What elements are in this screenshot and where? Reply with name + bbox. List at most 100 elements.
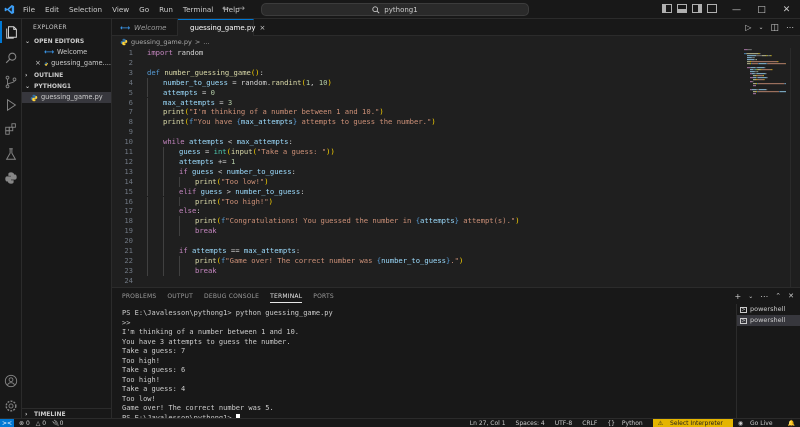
panel-tab-debug-console[interactable]: DEBUG CONSOLE [204, 293, 259, 300]
menu-item-run[interactable]: Run [154, 0, 178, 19]
python-icon[interactable] [0, 167, 22, 189]
panel-tab-ports[interactable]: PORTS [313, 293, 334, 300]
code-token: = [197, 87, 211, 97]
warnings-status[interactable]: △ 0 [36, 420, 46, 427]
cursor-position[interactable]: Ln 27, Col 1 [465, 419, 511, 427]
code-token: input [230, 147, 253, 156]
more-actions-icon[interactable]: ⋯ [786, 23, 794, 32]
explorer-sidebar: EXPLORER ⌄ OPEN EDITORS ⟷ Welcome × gues… [22, 19, 112, 418]
menu-item-edit[interactable]: Edit [40, 0, 64, 19]
back-arrow-icon[interactable]: ← [222, 3, 230, 15]
code-editor[interactable]: 1 import random 2 3 def number_guessing_game… [112, 48, 800, 287]
open-editors-section[interactable]: ⌄ OPEN EDITORS [22, 36, 111, 47]
outline-title: OUTLINE [34, 72, 64, 79]
menu-item-go[interactable]: Go [134, 0, 154, 19]
chevron-down-icon[interactable]: ⌄ [748, 293, 753, 300]
command-center-search[interactable]: pythong1 [261, 3, 529, 16]
tab-welcome[interactable]: ⟷ Welcome [112, 19, 178, 36]
panel-tab-terminal[interactable]: TERMINAL [270, 293, 303, 303]
terminal-line: Too high! [122, 357, 732, 367]
close-window-button[interactable]: ✕ [774, 0, 799, 19]
file-guessing-game[interactable]: guessing_game.py [22, 92, 111, 103]
panel-tab-problems[interactable]: PROBLEMS [122, 293, 156, 300]
toggle-sidebar-icon[interactable] [662, 4, 672, 13]
explorer-icon[interactable] [0, 21, 22, 43]
terminal-line-text: PS E:\Javalesson\pythong1> python guessi… [122, 309, 333, 317]
extensions-icon[interactable] [0, 118, 22, 140]
menu-item-selection[interactable]: Selection [64, 0, 107, 19]
account-icon[interactable] [0, 370, 22, 392]
forward-arrow-icon[interactable]: → [238, 3, 246, 15]
terminal-line-text: Take a guess: 4 [122, 385, 186, 393]
menu-item-view[interactable]: View [107, 0, 134, 19]
terminal-item[interactable]: > powershell [737, 304, 800, 315]
select-interpreter-button[interactable]: ⚠ Select Interpreter [652, 419, 733, 427]
notifications-icon[interactable]: 🔔 [783, 419, 800, 427]
vscode-icon: ⟷ [120, 23, 131, 32]
panel-tab-output[interactable]: OUTPUT [167, 293, 193, 300]
line-number: 1 [128, 48, 133, 57]
close-panel-icon[interactable]: ✕ [788, 292, 794, 300]
minimap-stroke [763, 79, 765, 81]
line-number: 3 [128, 67, 133, 77]
menu-item-terminal[interactable]: Terminal [178, 0, 218, 19]
search-icon[interactable] [0, 47, 22, 69]
maximize-panel-icon[interactable]: ⌃ [775, 292, 781, 300]
terminal-item[interactable]: > powershell [737, 315, 800, 326]
sidebar-title: EXPLORER [33, 24, 67, 31]
minimap-stroke [756, 79, 757, 81]
breadcrumb-symbol[interactable]: ... [203, 38, 209, 46]
indent-guide [147, 77, 148, 88]
new-terminal-icon[interactable]: + [735, 292, 742, 301]
outline-section[interactable]: › OUTLINE [22, 70, 111, 81]
encoding[interactable]: UTF-8 [550, 419, 578, 427]
remote-icon[interactable]: >< [0, 418, 14, 427]
indent-guide [179, 226, 180, 237]
chevron-down-icon[interactable]: ⌄ [758, 24, 763, 31]
tab-close-icon[interactable]: × [259, 24, 265, 32]
indent-guide [163, 265, 164, 276]
source-control-icon[interactable] [0, 71, 22, 93]
language-mode[interactable]: {} Python [602, 419, 652, 427]
timeline-section[interactable]: › TIMELINE [22, 408, 112, 418]
minimap-stroke [754, 73, 757, 75]
folder-section[interactable]: ⌄ PYTHONG1 [22, 81, 111, 92]
toggle-panel-icon[interactable] [677, 4, 687, 13]
menu-item-file[interactable]: File [18, 0, 40, 19]
errors-status[interactable]: ⊗ 0 [19, 420, 30, 427]
open-editor-guessing-game[interactable]: × guessing_game.... [22, 58, 111, 69]
code-token: print [195, 255, 217, 265]
language-label: Python [621, 420, 643, 427]
split-editor-icon[interactable]: ◫ [770, 23, 779, 33]
end-of-line[interactable]: CRLF [577, 419, 602, 427]
customize-layout-icon[interactable] [707, 4, 717, 13]
close-icon[interactable]: × [35, 58, 41, 69]
gear-icon[interactable] [0, 395, 22, 417]
go-live-button[interactable]: ◉ Go Live [733, 419, 783, 427]
breadcrumb-file[interactable]: guessing_game.py [131, 38, 192, 46]
minimap-stroke [784, 83, 786, 85]
testing-icon[interactable] [0, 143, 22, 165]
terminal-output[interactable]: PS E:\Javalesson\pythong1> python guessi… [122, 309, 732, 422]
indent-guide [163, 246, 164, 256]
code-token: "Take a guess: " [256, 147, 327, 156]
code-token: attempts to guess the number." [297, 117, 432, 127]
code-token: max_attempts [236, 137, 289, 147]
open-editor-welcome[interactable]: ⟷ Welcome [22, 47, 111, 58]
editor-scrollbar[interactable] [790, 48, 800, 287]
minimap-stroke [751, 73, 755, 75]
tab-guessing-game[interactable]: guessing_game.py × [178, 19, 265, 36]
run-debug-icon[interactable] [0, 94, 22, 116]
toggle-secondary-sidebar-icon[interactable] [692, 4, 702, 13]
minimap-stroke [751, 89, 757, 91]
indentation[interactable]: Spaces: 4 [511, 419, 550, 427]
line-text: if guess < number_to_guess: [179, 167, 296, 177]
chevron-down-icon: ⌄ [25, 38, 31, 45]
minimize-button[interactable]: — [724, 0, 749, 19]
ports-status[interactable]: 🔌0 [52, 420, 63, 427]
more-actions-icon[interactable]: ⋯ [760, 292, 768, 301]
minimap[interactable] [742, 48, 786, 98]
maximize-button[interactable]: □ [749, 0, 774, 19]
code-token: = [214, 97, 228, 107]
run-python-icon[interactable]: ▷ [745, 23, 751, 32]
